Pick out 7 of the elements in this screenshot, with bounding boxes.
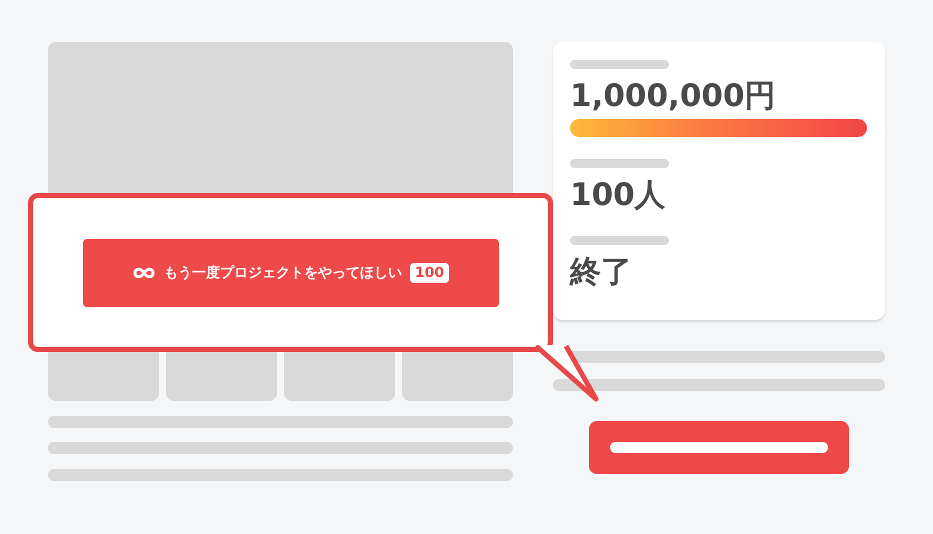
backer-count: 100人 [570, 176, 667, 214]
infinity-icon [132, 266, 156, 280]
funding-amount: 1,000,000円 [570, 77, 777, 115]
project-status: 終了 [570, 253, 633, 291]
support-button-placeholder[interactable] [589, 421, 849, 474]
request-again-button[interactable]: もう一度プロジェクトをやってほしい 100 [82, 238, 498, 306]
count-badge: 100 [410, 262, 450, 282]
